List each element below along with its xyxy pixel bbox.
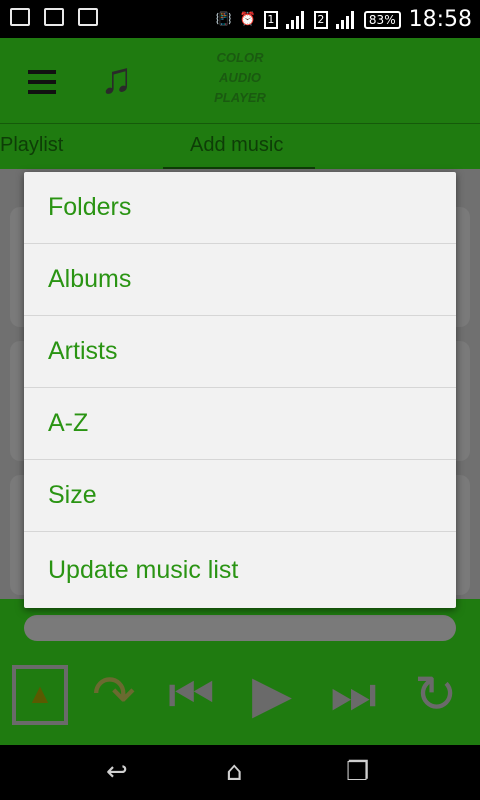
chat-icon: [78, 8, 98, 26]
tab-bar: Playlist Add music: [0, 123, 480, 170]
menu-item-folders[interactable]: Folders: [24, 172, 456, 244]
navigation-bar: ↩ ⌂ ❐: [0, 745, 480, 800]
menu-item-artists[interactable]: Artists: [24, 316, 456, 388]
signal-icon: [285, 10, 306, 29]
progress-bar[interactable]: [24, 615, 456, 641]
app-logo-text: COLOR AUDIO PLAYER: [205, 48, 275, 108]
alarm-icon: ⏰: [239, 12, 256, 27]
signal-icon: [335, 10, 356, 29]
menu-item-a-z[interactable]: A-Z: [24, 388, 456, 460]
sort-menu: Folders Albums Artists A-Z Size Update m…: [24, 172, 456, 608]
tab-add-music[interactable]: Add music: [190, 134, 283, 157]
image-icon: [10, 8, 30, 26]
menu-item-label: Folders: [48, 193, 132, 221]
sim-card-icon: [44, 8, 64, 26]
open-playlist-icon[interactable]: ▲: [12, 665, 68, 725]
clock: 18:58: [408, 7, 472, 32]
vibrate-icon: 📳: [215, 12, 232, 27]
music-note-icon: ♫: [100, 54, 133, 103]
sim1-indicator: 1: [263, 10, 278, 29]
tab-playlist[interactable]: Playlist: [0, 134, 63, 157]
shuffle-icon[interactable]: ↷: [92, 665, 136, 725]
menu-item-label: A-Z: [48, 409, 89, 437]
battery-indicator: 83%: [363, 10, 401, 29]
menu-item-albums[interactable]: Albums: [24, 244, 456, 316]
menu-item-label: Albums: [48, 265, 132, 293]
sim2-indicator: 2: [313, 10, 328, 29]
logo-line-player: PLAYER: [214, 90, 266, 105]
menu-item-update-music-list[interactable]: Update music list: [24, 532, 456, 608]
menu-item-label: Update music list: [48, 555, 239, 584]
player-controls: ▲ ↷ ⏮ ▶ ⏭ ↻: [0, 599, 480, 745]
menu-item-label: Size: [48, 481, 97, 509]
menu-icon[interactable]: [28, 70, 56, 100]
logo-line-color: COLOR: [216, 50, 264, 65]
status-bar: 📳 ⏰ 1 2 83% 18:58: [0, 0, 480, 38]
notification-icons: [10, 8, 98, 26]
menu-item-size[interactable]: Size: [24, 460, 456, 532]
app-bar: ♫ COLOR AUDIO PLAYER: [0, 38, 480, 123]
menu-item-label: Artists: [48, 337, 118, 365]
back-icon[interactable]: ↩: [106, 757, 128, 787]
home-icon[interactable]: ⌂: [226, 757, 243, 787]
next-icon[interactable]: ⏭: [330, 665, 377, 725]
recents-icon[interactable]: ❐: [346, 757, 369, 787]
previous-icon[interactable]: ⏮: [168, 665, 215, 725]
play-icon[interactable]: ▶: [252, 665, 292, 725]
repeat-icon[interactable]: ↻: [414, 665, 458, 725]
system-icons: 📳 ⏰ 1 2 83% 18:58: [216, 7, 472, 32]
logo-line-audio: AUDIO: [219, 70, 261, 85]
